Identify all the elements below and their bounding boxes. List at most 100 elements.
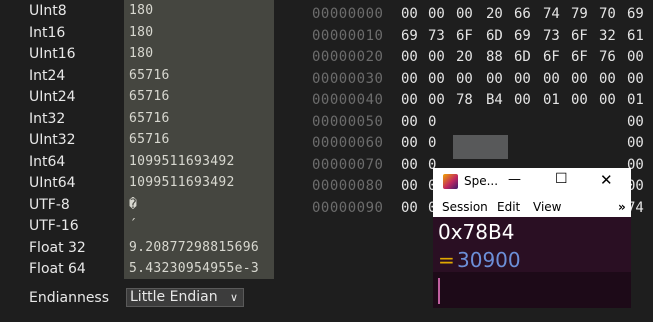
inspector-value[interactable]: �	[129, 197, 270, 212]
inspector-value[interactable]: 65716	[129, 89, 270, 104]
expression-input[interactable]	[433, 272, 631, 308]
hex-byte[interactable]: 6F	[543, 49, 560, 65]
hex-byte[interactable]: 00	[514, 71, 531, 87]
hex-byte[interactable]: 00	[571, 71, 588, 87]
hex-row: 00000050 00 0 00	[290, 111, 653, 133]
hex-byte[interactable]: 6F	[571, 49, 588, 65]
hex-byte[interactable]: 00	[401, 135, 418, 151]
window-title: Spe...	[464, 174, 499, 188]
hex-byte[interactable]: 00	[543, 71, 560, 87]
inspector-value[interactable]: 5.43230954955e-3	[129, 261, 270, 276]
hex-byte[interactable]: 0	[428, 135, 436, 151]
hex-byte[interactable]: 6D	[486, 28, 503, 44]
text-caret	[438, 278, 440, 304]
hex-byte[interactable]: 00	[571, 92, 588, 108]
maximize-icon[interactable]: ☐	[555, 171, 568, 187]
hex-byte[interactable]: 6D	[514, 49, 531, 65]
inspector-row: Int16 180	[0, 23, 290, 45]
endianness-select[interactable]: Little Endian ∨	[126, 288, 244, 307]
inspector-value[interactable]: 180	[129, 3, 270, 18]
hex-byte[interactable]: 00	[401, 49, 418, 65]
inspector-row: UTF-16 ´	[0, 216, 290, 238]
hex-byte[interactable]: 00	[401, 6, 418, 22]
hex-byte[interactable]: 00	[456, 6, 473, 22]
inspector-type-label: UInt64	[29, 175, 76, 191]
hex-byte[interactable]: 00	[428, 71, 445, 87]
inspector-type-label: UInt32	[29, 132, 76, 148]
hex-byte[interactable]: 00	[627, 71, 644, 87]
hex-byte[interactable]: 00	[627, 114, 644, 130]
inspector-value[interactable]: 1099511693492	[129, 154, 270, 169]
close-icon[interactable]: ✕	[600, 171, 613, 189]
inspector-value[interactable]: 65716	[129, 68, 270, 83]
hex-byte[interactable]: 00	[401, 157, 418, 173]
hex-byte[interactable]: 00	[599, 92, 616, 108]
hex-byte[interactable]: 6F	[571, 28, 588, 44]
inspector-type-label: UInt8	[29, 3, 67, 19]
inspector-row: UInt32 65716	[0, 130, 290, 152]
inspector-value[interactable]: 1099511693492	[129, 175, 270, 190]
endianness-label: Endianness	[29, 290, 110, 306]
hex-byte[interactable]: 61	[627, 28, 644, 44]
hex-byte[interactable]: 73	[543, 28, 560, 44]
inspector-type-label: Int24	[29, 67, 66, 84]
inspector-value[interactable]: 180	[129, 46, 270, 61]
hex-byte[interactable]: 01	[627, 92, 644, 108]
inspector-type-label: Int32	[29, 110, 66, 127]
expression-text: 0x78B4	[438, 220, 515, 244]
hex-byte[interactable]: 00	[599, 71, 616, 87]
hex-byte[interactable]: 00	[486, 71, 503, 87]
hex-address: 00000040	[312, 92, 384, 108]
inspector-value[interactable]: 65716	[129, 132, 270, 147]
hex-byte[interactable]: 66	[514, 6, 531, 22]
hex-byte[interactable]: 74	[543, 6, 560, 22]
hex-byte[interactable]: 32	[599, 28, 616, 44]
hex-byte[interactable]: 00	[428, 49, 445, 65]
inspector-row: Float 32 9.20877298815696	[0, 238, 290, 260]
hex-byte[interactable]: 00	[401, 200, 418, 216]
hex-byte[interactable]: 78	[456, 92, 473, 108]
hex-byte[interactable]: 79	[571, 6, 588, 22]
title-bar[interactable]: Spe... — ☐ ✕	[433, 168, 631, 195]
inspector-value[interactable]: 65716	[129, 111, 270, 126]
hex-byte[interactable]: 01	[543, 92, 560, 108]
hex-byte[interactable]: 69	[514, 28, 531, 44]
inspector-type-label: UTF-16	[29, 218, 79, 234]
hex-byte[interactable]: 00	[428, 6, 445, 22]
inspector-value[interactable]: ´	[129, 218, 270, 233]
hex-byte[interactable]: 00	[401, 178, 418, 194]
hex-byte[interactable]: 69	[627, 6, 644, 22]
menu-overflow-icon[interactable]: »	[618, 200, 626, 214]
inspector-row: Int64 1099511693492	[0, 152, 290, 174]
menu-edit[interactable]: Edit	[497, 200, 520, 214]
hex-byte[interactable]: 00	[456, 71, 473, 87]
inspector-value[interactable]: 180	[129, 25, 270, 40]
hex-byte[interactable]: 20	[456, 49, 473, 65]
minimize-icon[interactable]: —	[508, 172, 521, 187]
hex-byte[interactable]: 00	[401, 71, 418, 87]
hex-byte[interactable]: 76	[599, 49, 616, 65]
hex-byte[interactable]: 00	[627, 49, 644, 65]
menu-session[interactable]: Session	[442, 200, 488, 214]
menu-view[interactable]: View	[533, 200, 561, 214]
hex-address: 00000050	[312, 113, 384, 130]
chevron-down-icon: ∨	[229, 291, 238, 304]
hex-byte[interactable]: 73	[428, 28, 445, 44]
hex-byte[interactable]: 69	[401, 28, 418, 44]
hex-byte[interactable]: 88	[486, 49, 503, 65]
hex-byte[interactable]: B4	[486, 92, 503, 108]
hex-byte[interactable]: 00	[428, 92, 445, 108]
inspector-row: UInt24 65716	[0, 87, 290, 109]
hex-byte[interactable]: 6F	[456, 28, 473, 44]
inspector-value[interactable]: 9.20877298815696	[129, 240, 270, 255]
hex-byte[interactable]: 00	[401, 92, 418, 108]
hex-byte[interactable]: 20	[486, 6, 503, 22]
calculator-window[interactable]: Spe... — ☐ ✕ Session Edit View » 0x78B4 …	[433, 168, 631, 308]
hex-byte[interactable]: 70	[599, 6, 616, 22]
hex-byte[interactable]: 00	[514, 92, 531, 108]
hex-byte[interactable]: 00	[627, 135, 644, 151]
app-icon	[443, 174, 458, 189]
hex-byte[interactable]: 00	[401, 114, 418, 130]
hex-byte[interactable]: 0	[428, 114, 436, 130]
hex-row: 00000020 00 00 20 88 6D 6F 6F 76 00	[290, 46, 653, 68]
